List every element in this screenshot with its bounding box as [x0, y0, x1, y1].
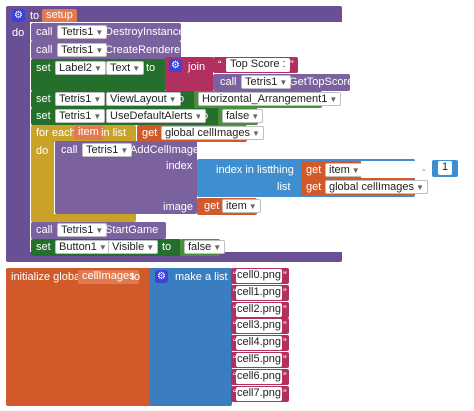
thing-label: thing [270, 164, 294, 176]
property-dropdown[interactable]: UseDefaultAlerts ▼ [106, 109, 207, 123]
get-keyword: get [204, 200, 220, 212]
initialize-global-block[interactable] [6, 268, 152, 406]
variable-dropdown[interactable]: item ▼ [325, 163, 364, 177]
text-string-field[interactable]: cell5.png [236, 353, 283, 367]
chevron-down-icon: ▼ [351, 166, 360, 175]
component-dropdown[interactable]: Tetris1 ▼ [57, 43, 108, 57]
quote-close: ” [290, 59, 294, 71]
join-label: join [188, 61, 206, 73]
to-label: to [131, 271, 141, 283]
text-string-field[interactable]: cell1.png [236, 285, 283, 300]
chevron-down-icon: ▼ [132, 64, 141, 73]
set-keyword: set [36, 93, 51, 105]
quote-open: “ [218, 59, 222, 71]
minus-sign: - [422, 164, 426, 176]
for-each-label: for each [36, 127, 76, 139]
method-label: .StartGame [102, 224, 159, 236]
get-keyword: get [306, 181, 322, 193]
quote-close: ” [283, 354, 287, 366]
variable-dropdown[interactable]: item ▼ [222, 199, 261, 213]
make-a-list-block[interactable] [150, 268, 232, 406]
for-each-do-label: do [36, 145, 49, 157]
in-list-label: in list [101, 127, 127, 139]
gear-icon[interactable]: ⚙ [169, 59, 182, 72]
chevron-down-icon: ▼ [248, 202, 257, 211]
quote-close: ” [283, 387, 287, 400]
component-dropdown[interactable]: Tetris1 ▼ [57, 25, 108, 39]
call-keyword: call [36, 224, 53, 236]
procedure-name-field[interactable]: setup [42, 9, 77, 23]
boolean-dropdown[interactable]: false ▼ [222, 109, 264, 123]
chevron-down-icon: ▼ [251, 112, 260, 121]
method-label: .CreateRenderer [102, 44, 184, 56]
component-dropdown[interactable]: Tetris1 ▼ [55, 109, 106, 123]
list-label: list [277, 181, 291, 193]
method-label: .DestroyInstance [102, 26, 185, 38]
procedure-to-label: to [30, 10, 40, 22]
chevron-down-icon: ▼ [146, 243, 155, 252]
component-value-dropdown[interactable]: Horizontal_Arrangement1 ▼ [198, 92, 342, 106]
chevron-down-icon: ▼ [416, 183, 424, 192]
get-keyword: get [142, 127, 158, 139]
get-keyword: get [306, 164, 322, 176]
chevron-down-icon: ▼ [252, 129, 260, 138]
call-keyword: call [36, 44, 53, 56]
call-keyword: call [36, 26, 53, 38]
procedure-do-label: do [12, 27, 25, 39]
to-label: to [175, 93, 185, 105]
call-keyword: call [220, 76, 237, 88]
to-label: to [162, 241, 172, 253]
text-string-field[interactable]: cell3.png [236, 319, 283, 334]
dot-label: . [101, 62, 105, 74]
initialize-global-label: initialize global [11, 271, 83, 283]
component-dropdown[interactable]: Tetris1 ▼ [55, 92, 106, 106]
input-gap [361, 161, 415, 178]
chevron-down-icon: ▼ [329, 95, 338, 104]
component-dropdown[interactable]: Tetris1 ▼ [82, 143, 133, 157]
chevron-down-icon: ▼ [213, 243, 222, 252]
call-keyword: call [61, 144, 78, 156]
gear-icon[interactable]: ⚙ [155, 270, 168, 283]
index-in-list-label: index in list [216, 164, 271, 176]
property-dropdown[interactable]: Text ▼ [106, 61, 145, 75]
quote-close: ” [283, 286, 287, 299]
text-string-field[interactable]: cell2.png [236, 302, 283, 317]
text-string-field[interactable]: cell7.png [236, 386, 283, 401]
text-string-field[interactable]: Top Score : [226, 58, 290, 72]
text-string-field[interactable]: cell0.png [236, 269, 283, 283]
number-field[interactable]: 1 [438, 161, 453, 175]
index-label: index [166, 160, 193, 172]
component-dropdown[interactable]: Tetris1 ▼ [241, 75, 292, 89]
quote-close: ” [283, 370, 287, 383]
quote-close: ” [283, 320, 287, 333]
component-dropdown[interactable]: Label2 ▼ [55, 61, 106, 75]
to-label: to [199, 110, 209, 122]
method-label: .AddCellImage [127, 144, 200, 156]
text-string-field[interactable]: cell4.png [236, 336, 283, 351]
dot-label: . [102, 241, 106, 253]
quote-close: ” [283, 270, 287, 282]
text-string-field[interactable]: cell6.png [236, 369, 283, 384]
dot-label: . [100, 93, 104, 105]
dot-label: . [100, 110, 104, 122]
set-keyword: set [36, 110, 51, 122]
image-label: image [163, 201, 193, 213]
make-a-list-label: make a list [175, 271, 228, 283]
method-label: .GetTopScore [286, 76, 354, 88]
loop-variable-field[interactable]: item [74, 126, 103, 140]
boolean-dropdown[interactable]: false ▼ [184, 240, 226, 254]
component-dropdown[interactable]: Tetris1 ▼ [57, 223, 108, 237]
to-label: to [146, 62, 156, 74]
quote-close: ” [283, 303, 287, 316]
quote-close: ” [283, 337, 287, 350]
property-dropdown[interactable]: ViewLayout ▼ [106, 92, 181, 106]
gear-icon[interactable]: ⚙ [12, 9, 25, 22]
set-keyword: set [36, 241, 51, 253]
set-keyword: set [36, 62, 51, 74]
global-name-field[interactable]: cellImages [78, 270, 139, 284]
variable-dropdown[interactable]: global cellImages ▼ [325, 180, 428, 194]
variable-dropdown[interactable]: global cellImages ▼ [161, 126, 264, 140]
property-dropdown[interactable]: Visible ▼ [108, 240, 159, 254]
